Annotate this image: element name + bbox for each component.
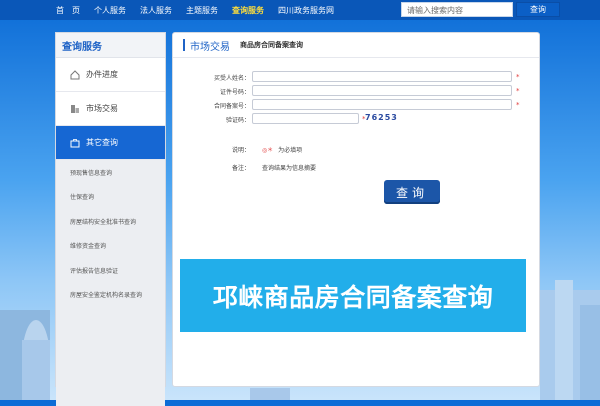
main-panel: 市场交易 商品房合同备案查询 买受人姓名： * 证件号码： * 合同备案号： *… — [172, 32, 540, 387]
nav-personal-service[interactable]: 个人服务 — [94, 5, 126, 16]
breadcrumb: 商品房合同备案查询 — [240, 41, 303, 49]
sidebar-item-other-query[interactable]: 其它查询 — [56, 126, 165, 160]
submenu-item-housing-security[interactable]: 住保查询 — [56, 185, 165, 210]
captcha-image[interactable]: 76253 — [365, 111, 399, 124]
nav-legal-service[interactable]: 法人服务 — [140, 5, 172, 16]
id-number-row: 证件号码： * — [173, 85, 541, 98]
title-banner: 邛崃商品房合同备案查询 — [180, 259, 526, 332]
sidebar-item-label: 其它查询 — [86, 138, 118, 147]
sidebar-item-label: 办件进度 — [86, 70, 118, 79]
nav-query-service[interactable]: 查询服务 — [232, 5, 264, 16]
submenu-item-maintenance-fund[interactable]: 维修资金查询 — [56, 234, 165, 259]
nav-home[interactable]: 首 页 — [56, 5, 80, 16]
nav-sichuan-gov-portal[interactable]: 四川政务服务网 — [278, 5, 334, 16]
query-button[interactable]: 查询 — [384, 180, 440, 204]
submenu-item-appraisal-report[interactable]: 评估报告信息验证 — [56, 258, 165, 283]
panel-header: 市场交易 商品房合同备案查询 — [173, 33, 539, 58]
required-text: 为必填项 — [278, 147, 303, 154]
contract-no-row: 合同备案号： * — [173, 99, 541, 112]
sidebar: 查询服务 办件进度 市场交易 其它查询 预现售信息查询 住保查询 房屋结构安全批… — [55, 32, 166, 406]
sidebar-title: 查询服务 — [56, 33, 165, 58]
required-mark: ◎＊ — [261, 147, 274, 154]
required-asterisk: * — [516, 73, 520, 81]
submenu-item-structure-safety[interactable]: 房屋结构安全批准书查询 — [56, 209, 165, 234]
search-button[interactable]: 查询 — [516, 2, 560, 17]
required-asterisk: * — [516, 87, 520, 95]
remark-label: 备注： — [232, 165, 251, 172]
id-number-label: 证件号码： — [219, 89, 250, 96]
submenu-item-presale-info[interactable]: 预现售信息查询 — [56, 160, 165, 185]
captcha-row: 验证码： * 76253 — [173, 113, 541, 126]
top-nav-bar: 首 页 个人服务 法人服务 主题服务 查询服务 四川政务服务网 请输入搜索内容 … — [0, 0, 600, 20]
section-title: 市场交易 — [190, 41, 230, 53]
submenu-item-safety-appraisal-agency[interactable]: 房屋安全鉴定机构名录查询 — [56, 283, 165, 308]
required-asterisk: * — [516, 101, 520, 109]
id-number-input[interactable] — [252, 85, 512, 96]
sidebar-item-label: 市场交易 — [86, 104, 118, 113]
contract-no-label: 合同备案号： — [213, 103, 250, 110]
captcha-label: 验证码： — [225, 117, 250, 124]
main-nav: 首 页 个人服务 法人服务 主题服务 查询服务 四川政务服务网 — [56, 5, 348, 16]
note-row: 说明： ◎＊ 为必填项 — [232, 145, 302, 154]
contract-no-input[interactable] — [252, 99, 512, 110]
buyer-name-label: 买受人姓名： — [213, 75, 250, 82]
sidebar-item-progress[interactable]: 办件进度 — [56, 58, 165, 92]
sidebar-submenu: 预现售信息查询 住保查询 房屋结构安全批准书查询 维修资金查询 评估报告信息验证… — [56, 160, 165, 406]
captcha-input[interactable] — [252, 113, 359, 124]
title-accent-bar — [183, 39, 185, 51]
home-icon — [70, 69, 80, 80]
buyer-name-input[interactable] — [252, 71, 512, 82]
building-icon — [70, 104, 80, 114]
remark-text: 查询结果为信息摘要 — [261, 165, 316, 172]
sidebar-item-market[interactable]: 市场交易 — [56, 92, 165, 126]
briefcase-icon — [70, 138, 80, 148]
nav-topic-service[interactable]: 主题服务 — [186, 5, 218, 16]
buyer-name-row: 买受人姓名： * — [173, 71, 541, 84]
note-label: 说明： — [232, 147, 251, 154]
contract-query-form: 买受人姓名： * 证件号码： * 合同备案号： * 验证码： * 76253 说… — [173, 71, 541, 172]
search-input[interactable]: 请输入搜索内容 — [401, 2, 513, 17]
remark-row: 备注： 查询结果为信息摘要 — [232, 163, 316, 172]
